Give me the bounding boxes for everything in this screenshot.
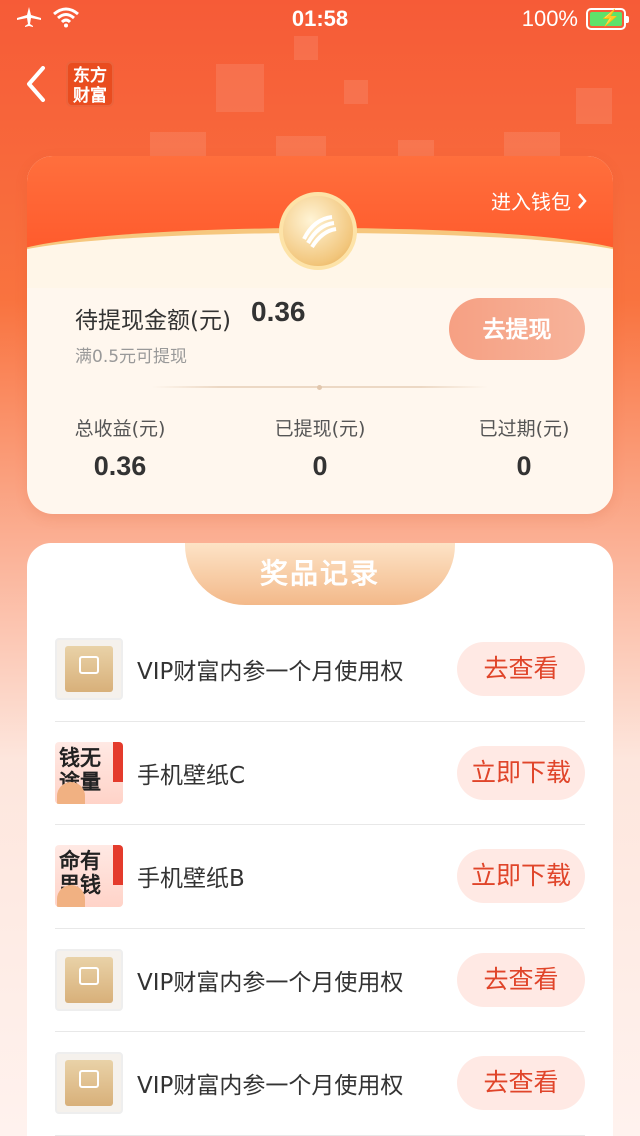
prize-list: VIP财富内参一个月使用权 去查看 钱无 途量 手机壁纸C 立即下载 命有 里钱… <box>55 618 585 1136</box>
stat-value: 0 <box>516 451 532 481</box>
prize-name: VIP财富内参一个月使用权 <box>137 969 404 996</box>
stat-label: 总收益(元) <box>74 418 166 440</box>
download-button[interactable]: 立即下载 <box>457 849 585 904</box>
vip-card-icon <box>55 1052 123 1115</box>
chevron-right-icon <box>578 192 587 209</box>
logo-line1: 东方 <box>73 66 107 86</box>
withdraw-minimum-hint: 满0.5元可提现 <box>75 347 188 367</box>
withdraw-button[interactable]: 去提现 <box>449 298 585 360</box>
download-button[interactable]: 立即下载 <box>457 745 585 800</box>
prize-name: VIP财富内参一个月使用权 <box>137 659 404 686</box>
divider-dot <box>317 385 322 390</box>
stat-label: 已过期(元) <box>478 418 570 440</box>
prize-name: 手机壁纸C <box>137 762 246 789</box>
wallet-card: 进入钱包 待提现金额(元) 0.36 满0.5元可提现 去提现 总收益(元) 0… <box>27 156 613 514</box>
stat-withdrawn: 已提现(元) 0 <box>227 414 413 482</box>
decor-square <box>576 88 612 124</box>
back-button[interactable] <box>22 64 50 104</box>
list-item: 钱无 途量 手机壁纸C 立即下载 <box>55 722 585 825</box>
view-button[interactable]: 去查看 <box>457 642 585 697</box>
list-item: VIP财富内参一个月使用权 去查看 <box>55 1032 585 1136</box>
app-logo: 东方 财富 <box>66 61 114 107</box>
battery-percent: 100% <box>521 6 578 31</box>
decor-square <box>398 140 434 156</box>
status-bar: 01:58 100% ⚡ <box>0 0 640 40</box>
pending-amount-label: 待提现金额(元) <box>75 308 231 334</box>
list-item: VIP财富内参一个月使用权 去查看 <box>55 929 585 1032</box>
decor-square <box>150 132 206 156</box>
wallpaper-thumbnail: 钱无 途量 <box>55 741 123 804</box>
stat-value: 0 <box>312 451 328 481</box>
wallpaper-thumbnail: 命有 里钱 <box>55 845 123 908</box>
coin-icon <box>279 192 357 270</box>
prize-records-title: 奖品记录 <box>185 543 455 605</box>
view-button[interactable]: 去查看 <box>457 1056 585 1111</box>
status-right: 100% ⚡ <box>521 6 629 32</box>
decor-square <box>276 136 326 156</box>
prize-name: VIP财富内参一个月使用权 <box>137 1073 404 1100</box>
nav-bar: 东方 财富 <box>22 56 114 112</box>
decor-square <box>344 80 368 104</box>
battery-icon: ⚡ <box>586 8 629 30</box>
stat-label: 已提现(元) <box>274 418 366 440</box>
list-item: VIP财富内参一个月使用权 去查看 <box>55 618 585 722</box>
logo-line2: 财富 <box>73 86 107 106</box>
list-item: 命有 里钱 手机壁纸B 立即下载 <box>55 825 585 929</box>
enter-wallet-link[interactable]: 进入钱包 <box>491 186 587 215</box>
vip-card-icon <box>55 638 123 701</box>
prize-name: 手机壁纸B <box>137 866 245 893</box>
decor-square <box>216 64 264 112</box>
pending-amount-value: 0.36 <box>251 296 306 327</box>
view-button[interactable]: 去查看 <box>457 952 585 1007</box>
decor-square <box>504 132 560 156</box>
stat-total-earnings: 总收益(元) 0.36 <box>27 414 213 482</box>
vip-card-icon <box>55 948 123 1011</box>
chevron-left-icon <box>27 66 45 102</box>
enter-wallet-label: 进入钱包 <box>491 190 571 214</box>
stat-expired: 已过期(元) 0 <box>431 414 613 482</box>
stat-value: 0.36 <box>93 451 147 481</box>
prize-records-card: 奖品记录 VIP财富内参一个月使用权 去查看 钱无 途量 手机壁纸C 立即下载 … <box>27 543 613 1136</box>
